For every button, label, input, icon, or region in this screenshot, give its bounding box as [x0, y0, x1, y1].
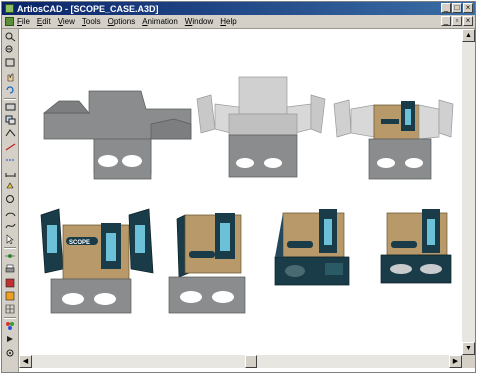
horizontal-scroll-thumb[interactable]: [245, 355, 257, 368]
menu-bar: File Edit View Tools Options Animation W…: [2, 15, 475, 29]
menu-view[interactable]: View: [58, 17, 75, 26]
minimize-button[interactable]: _: [441, 3, 451, 13]
dimension-icon[interactable]: [5, 181, 16, 191]
animate-icon[interactable]: [5, 334, 16, 344]
vertical-scrollbar[interactable]: ▲ ▼: [462, 29, 475, 355]
spline-icon[interactable]: [5, 221, 16, 231]
carton-folding-light[interactable]: [196, 76, 326, 178]
arc-icon[interactable]: [5, 208, 16, 218]
scrollbar-corner: [462, 355, 475, 368]
menu-file[interactable]: File: [17, 17, 30, 26]
grid-icon[interactable]: [5, 304, 16, 314]
display-assembled-1[interactable]: [274, 209, 350, 286]
3d-canvas[interactable]: SCOPE: [19, 29, 462, 355]
menu-help[interactable]: Help: [220, 17, 236, 26]
cut-icon[interactable]: [5, 142, 16, 152]
left-toolbar: [2, 29, 19, 372]
print-icon[interactable]: [5, 264, 16, 274]
zoom-in-icon[interactable]: [5, 32, 16, 42]
scroll-left-button[interactable]: ◀: [19, 355, 32, 368]
circle-icon[interactable]: [5, 194, 16, 204]
artioscad-app-icon[interactable]: [5, 4, 14, 13]
display-assembled-2[interactable]: [380, 209, 452, 284]
view-icon[interactable]: [5, 102, 16, 112]
render-icon[interactable]: [5, 291, 16, 301]
fold-icon[interactable]: [5, 128, 16, 138]
menu-edit[interactable]: Edit: [37, 17, 51, 26]
layer-icon[interactable]: [5, 115, 16, 125]
menu-options[interactable]: Options: [108, 17, 136, 26]
window-title: ArtiosCAD - [SCOPE_CASE.A3D]: [17, 3, 159, 14]
menu-tools[interactable]: Tools: [82, 17, 101, 26]
carton-views: SCOPE: [40, 76, 454, 314]
crease-icon[interactable]: [5, 155, 16, 165]
rotate-icon[interactable]: [5, 85, 16, 95]
doc-minimize-button[interactable]: _: [441, 16, 451, 26]
zoom-out-icon[interactable]: [5, 45, 16, 55]
brand-logo-1: SCOPE: [69, 240, 90, 246]
document-icon[interactable]: [5, 17, 14, 26]
carton-folding-printed[interactable]: [333, 99, 454, 180]
zoom-window-icon[interactable]: [5, 58, 16, 68]
measure-icon[interactable]: [5, 168, 16, 178]
snap-icon[interactable]: [5, 251, 16, 261]
scroll-down-button[interactable]: ▼: [462, 342, 475, 355]
display-wings-open[interactable]: SCOPE: [40, 208, 154, 314]
settings-icon[interactable]: [5, 348, 16, 358]
display-back-panel[interactable]: [168, 213, 246, 314]
toolbar-separator: [4, 98, 16, 100]
scroll-right-button[interactable]: ▶: [449, 355, 462, 368]
doc-restore-button[interactable]: ▫: [452, 16, 462, 26]
menu-animation[interactable]: Animation: [142, 17, 178, 26]
menu-window[interactable]: Window: [185, 17, 213, 26]
toolbar-separator: [4, 317, 16, 320]
scroll-up-button[interactable]: ▲: [462, 29, 475, 42]
app-window: ArtiosCAD - [SCOPE_CASE.A3D] _ □ × File …: [1, 1, 476, 373]
title-bar[interactable]: ArtiosCAD - [SCOPE_CASE.A3D] _ □ ×: [2, 2, 475, 15]
export-icon[interactable]: [5, 278, 16, 288]
close-button[interactable]: ×: [463, 3, 473, 13]
carton-flat-blank[interactable]: [43, 90, 192, 180]
doc-close-button[interactable]: ×: [463, 16, 473, 26]
select-icon[interactable]: [5, 234, 16, 244]
palette-icon[interactable]: [5, 321, 16, 331]
horizontal-scrollbar[interactable]: ◀ ▶: [19, 355, 462, 368]
pan-hand-icon[interactable]: [5, 72, 16, 82]
toolbar-separator: [4, 247, 16, 250]
maximize-button[interactable]: □: [452, 3, 462, 13]
